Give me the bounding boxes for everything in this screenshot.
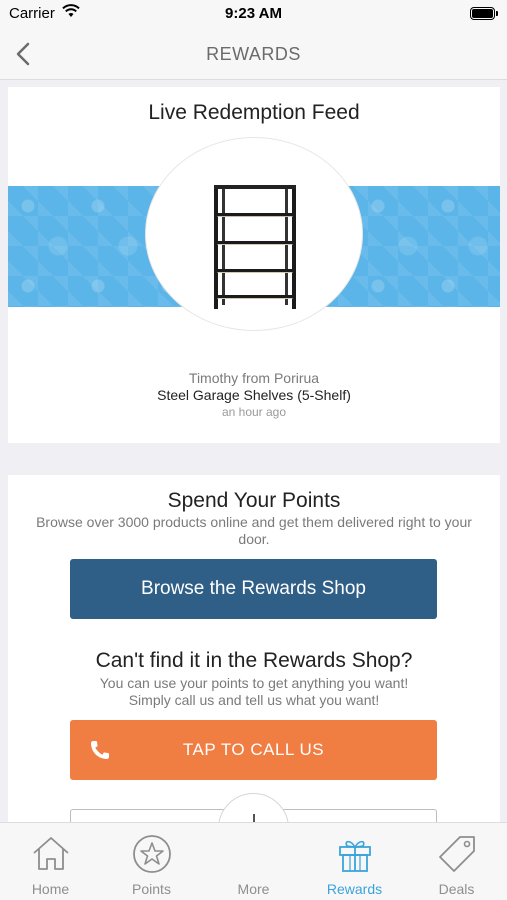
page-title: REWARDS	[206, 44, 301, 64]
status-bar: Carrier 9:23 AM	[0, 0, 507, 28]
tab-rewards[interactable]: Rewards	[304, 823, 405, 900]
cant-find-title: Can't find it in the Rewards Shop?	[95, 649, 413, 672]
redemption-feed-card: Live Redemption Feed Timothy from Poriru…	[8, 87, 500, 443]
tab-more[interactable]: More	[203, 823, 304, 900]
tab-deals-label: Deals	[438, 881, 475, 897]
browse-rewards-shop-button[interactable]: Browse the Rewards Shop	[70, 559, 437, 619]
tab-points-label: Points	[132, 881, 171, 897]
redemption-time: an hour ago	[221, 405, 287, 419]
gift-icon	[339, 840, 371, 872]
tab-bar: Home Points More Rewards Deals	[0, 822, 507, 900]
tab-points[interactable]: Points	[101, 823, 202, 900]
tab-more-label: More	[237, 881, 270, 897]
tag-icon	[439, 836, 475, 872]
spend-title: Spend Your Points	[167, 489, 341, 512]
tab-deals[interactable]: Deals	[406, 823, 507, 900]
tab-rewards-label: Rewards	[326, 881, 383, 897]
spend-description: Browse over 3000 products online and get…	[36, 514, 472, 547]
call-us-button[interactable]: TAP TO CALL US	[70, 720, 437, 780]
cant-find-description: You can use your points to get anything …	[22, 675, 486, 709]
shelf-product-image	[214, 185, 296, 309]
battery-icon	[470, 7, 498, 20]
spend-points-card: Spend Your Points Browse over 3000 produ…	[8, 475, 500, 849]
product-circle	[145, 137, 363, 331]
call-us-label: TAP TO CALL US	[182, 740, 325, 759]
navigation-bar: REWARDS	[0, 28, 507, 80]
tab-home-label: Home	[31, 881, 70, 897]
home-icon	[33, 837, 69, 870]
redeemer-name: Timothy from Porirua	[188, 370, 320, 386]
redeemed-item: Steel Garage Shelves (5-Shelf)	[157, 387, 351, 403]
star-icon	[133, 835, 171, 873]
cant-find-line-1: You can use your points to get anything …	[99, 675, 409, 691]
feed-title: Live Redemption Feed	[148, 101, 360, 124]
status-time: 9:23 AM	[225, 5, 282, 22]
tab-home[interactable]: Home	[0, 823, 101, 900]
cant-find-line-2: Simply call us and tell us what you want…	[128, 692, 380, 708]
